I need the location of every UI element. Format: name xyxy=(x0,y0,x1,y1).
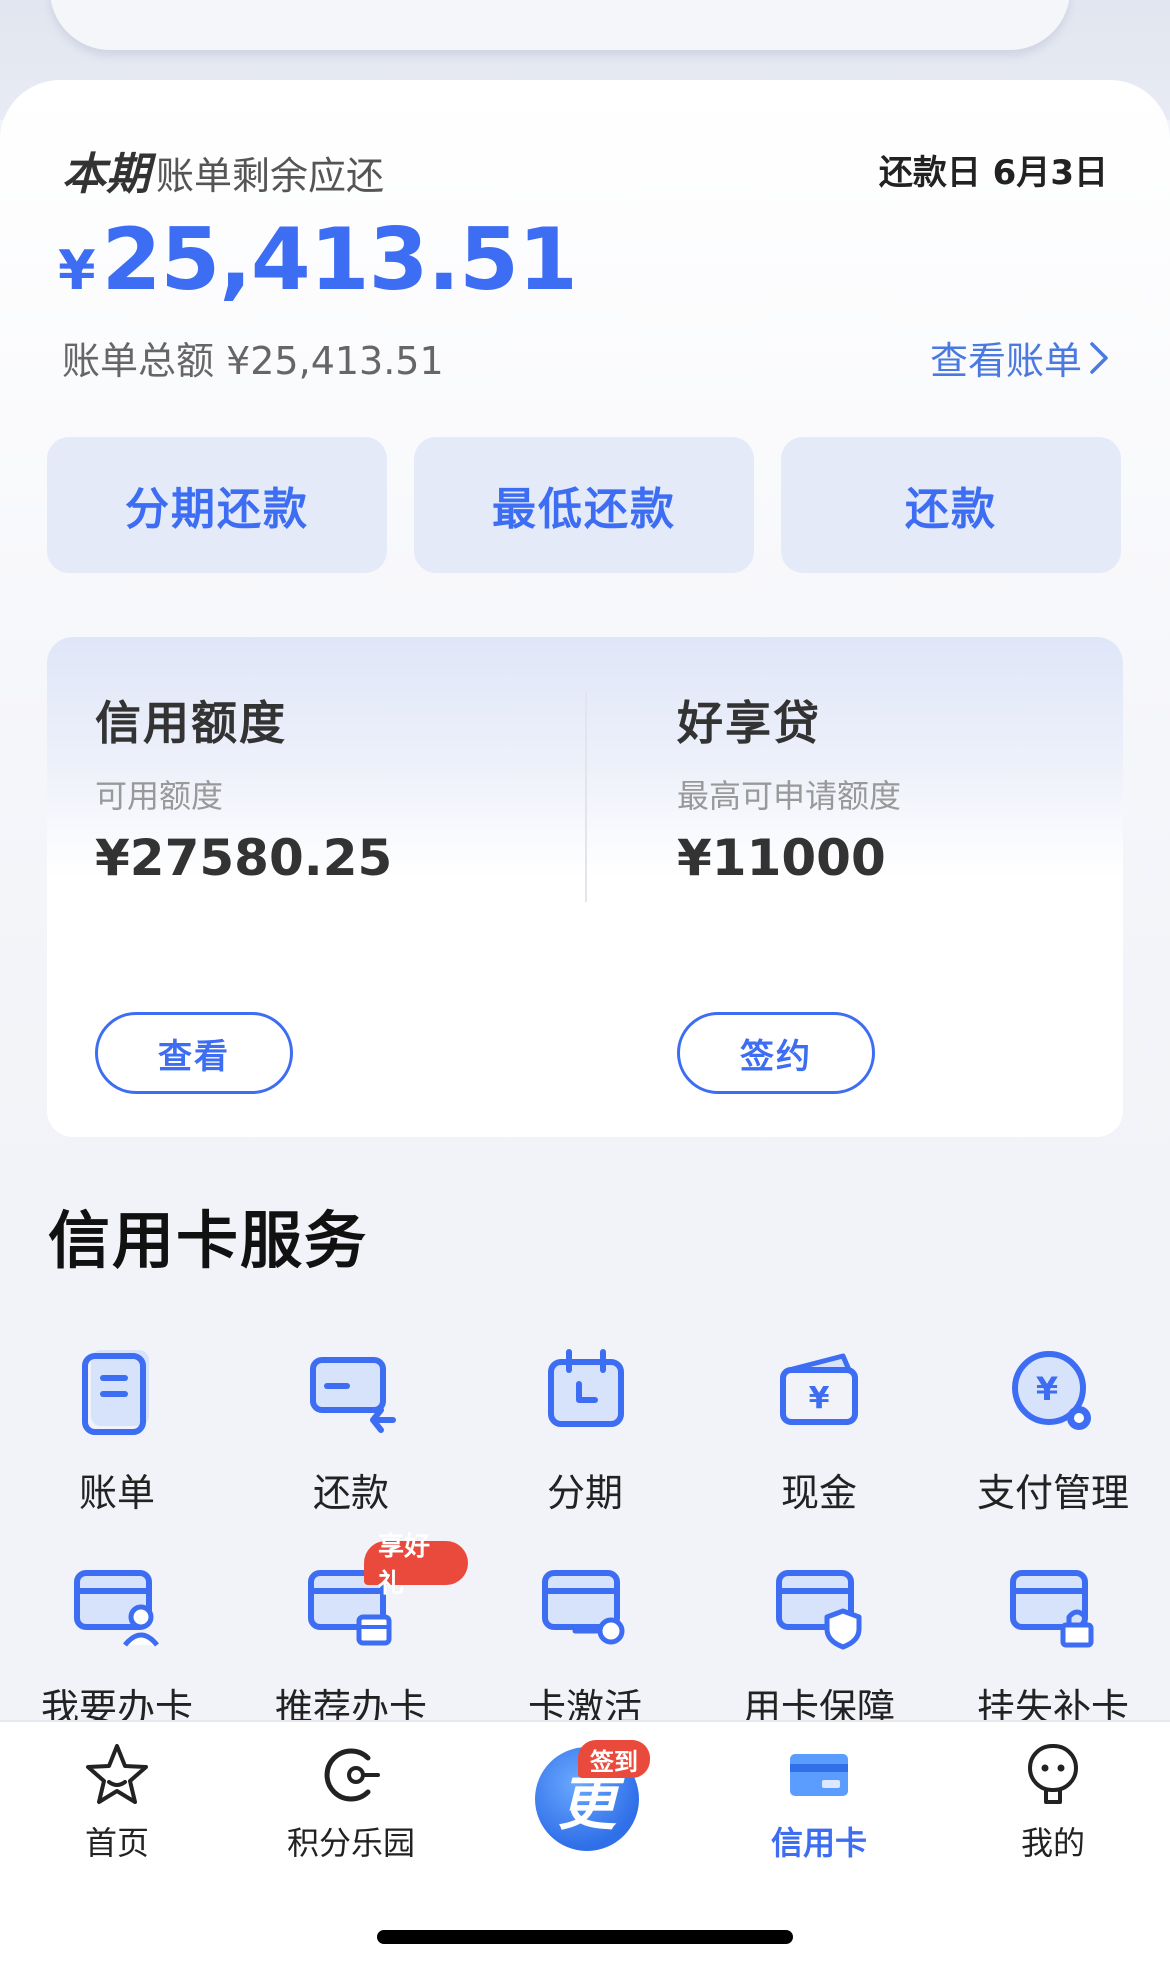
card-activate-icon xyxy=(542,1570,625,1645)
cash-wallet-icon: ¥ xyxy=(780,1353,858,1425)
service-payment-management-label: 支付管理 xyxy=(976,1471,1129,1515)
service-cash-label: 现金 xyxy=(780,1471,857,1515)
tab-points-label: 积分乐园 xyxy=(286,1824,415,1862)
calendar-icon xyxy=(548,1349,624,1427)
bill-total: 账单总额 ¥25,413.51 xyxy=(62,339,444,383)
available-limit-value: ¥27580.25 xyxy=(95,829,393,887)
credit-limit-card: 信用额度 可用额度 ¥27580.25 好享贷 最高可申请额度 ¥11000 查… xyxy=(47,637,1123,1137)
credit-limit-section: 信用额度 可用额度 ¥27580.25 xyxy=(95,687,392,887)
minimum-repay-button[interactable]: 最低还款 xyxy=(414,437,754,573)
tab-profile[interactable]: 我的 xyxy=(936,1740,1170,1864)
bill-title-rest: 账单剩余应还 xyxy=(156,154,385,198)
due-date: 还款日 6月3日 xyxy=(878,153,1108,193)
repay-icon xyxy=(310,1357,396,1433)
gift-badge: 享好礼 xyxy=(364,1532,468,1599)
top-banner-edge xyxy=(50,0,1070,50)
remaining-amount: ¥ 25,413.51 xyxy=(58,210,578,310)
loan-max-label: 最高可申请额度 xyxy=(677,777,902,815)
service-installment-label: 分期 xyxy=(546,1471,623,1515)
star-home-icon xyxy=(86,1744,148,1804)
sign-loan-button[interactable]: 签约 xyxy=(677,1012,875,1094)
service-repay[interactable]: 还款 xyxy=(234,1340,468,1530)
service-recommend-card[interactable]: 享好礼 推荐办卡 xyxy=(234,1532,468,1745)
credit-card-icon xyxy=(790,1754,848,1796)
loan-section: 好享贷 最高可申请额度 ¥11000 xyxy=(677,687,901,887)
tab-credit-card[interactable]: 信用卡 xyxy=(702,1740,936,1864)
installment-repay-button[interactable]: 分期还款 xyxy=(47,437,387,573)
apply-card-icon xyxy=(74,1570,159,1647)
loan-max-value: ¥11000 xyxy=(677,829,886,887)
payment-settings-icon: ¥ xyxy=(1012,1351,1091,1430)
loan-title: 好享贷 xyxy=(677,696,821,750)
service-apply-card[interactable]: 我要办卡 xyxy=(0,1555,234,1745)
amount-value: 25,413.51 xyxy=(101,210,578,310)
tab-credit-card-label: 信用卡 xyxy=(770,1824,867,1862)
tab-profile-label: 我的 xyxy=(1020,1824,1085,1862)
card-lock-icon xyxy=(1010,1570,1094,1648)
service-payment-management[interactable]: ¥ 支付管理 xyxy=(936,1340,1170,1530)
services-title: 信用卡服务 xyxy=(48,1204,369,1277)
checkin-badge: 签到 xyxy=(578,1740,650,1778)
service-bill[interactable]: 账单 xyxy=(0,1340,234,1530)
service-report-loss[interactable]: 挂失补卡 xyxy=(936,1555,1170,1745)
service-card-activate[interactable]: 卡激活 xyxy=(468,1555,702,1745)
points-icon xyxy=(324,1748,380,1802)
currency-symbol: ¥ xyxy=(58,239,96,302)
tab-home-label: 首页 xyxy=(84,1824,149,1862)
bill-title: 本期 账单剩余应还 xyxy=(62,138,384,202)
credit-limit-title: 信用额度 xyxy=(95,696,287,750)
view-limit-button[interactable]: 查看 xyxy=(95,1012,293,1094)
svg-text:¥: ¥ xyxy=(1036,1370,1058,1408)
svg-text:¥: ¥ xyxy=(809,1381,830,1416)
available-limit-label: 可用额度 xyxy=(95,777,224,815)
service-repay-label: 还款 xyxy=(312,1471,389,1515)
repay-button[interactable]: 还款 xyxy=(781,437,1121,573)
bill-icon xyxy=(82,1350,149,1435)
tab-points[interactable]: 积分乐园 xyxy=(234,1740,468,1864)
bill-title-strong: 本期 xyxy=(62,149,150,200)
service-installment[interactable]: 分期 xyxy=(468,1340,702,1530)
service-card-protection[interactable]: 用卡保障 xyxy=(702,1555,936,1745)
service-bill-label: 账单 xyxy=(78,1471,155,1515)
tab-home[interactable]: 首页 xyxy=(0,1740,234,1864)
view-bill-link[interactable]: 查看账单 xyxy=(930,330,1110,385)
view-bill-label: 查看账单 xyxy=(929,339,1082,383)
home-indicator xyxy=(377,1930,793,1944)
chevron-right-icon xyxy=(1090,341,1108,374)
card-shield-icon xyxy=(776,1570,862,1650)
card-divider xyxy=(585,692,587,902)
service-cash[interactable]: ¥ 现金 xyxy=(702,1340,936,1530)
profile-icon xyxy=(1028,1744,1078,1804)
